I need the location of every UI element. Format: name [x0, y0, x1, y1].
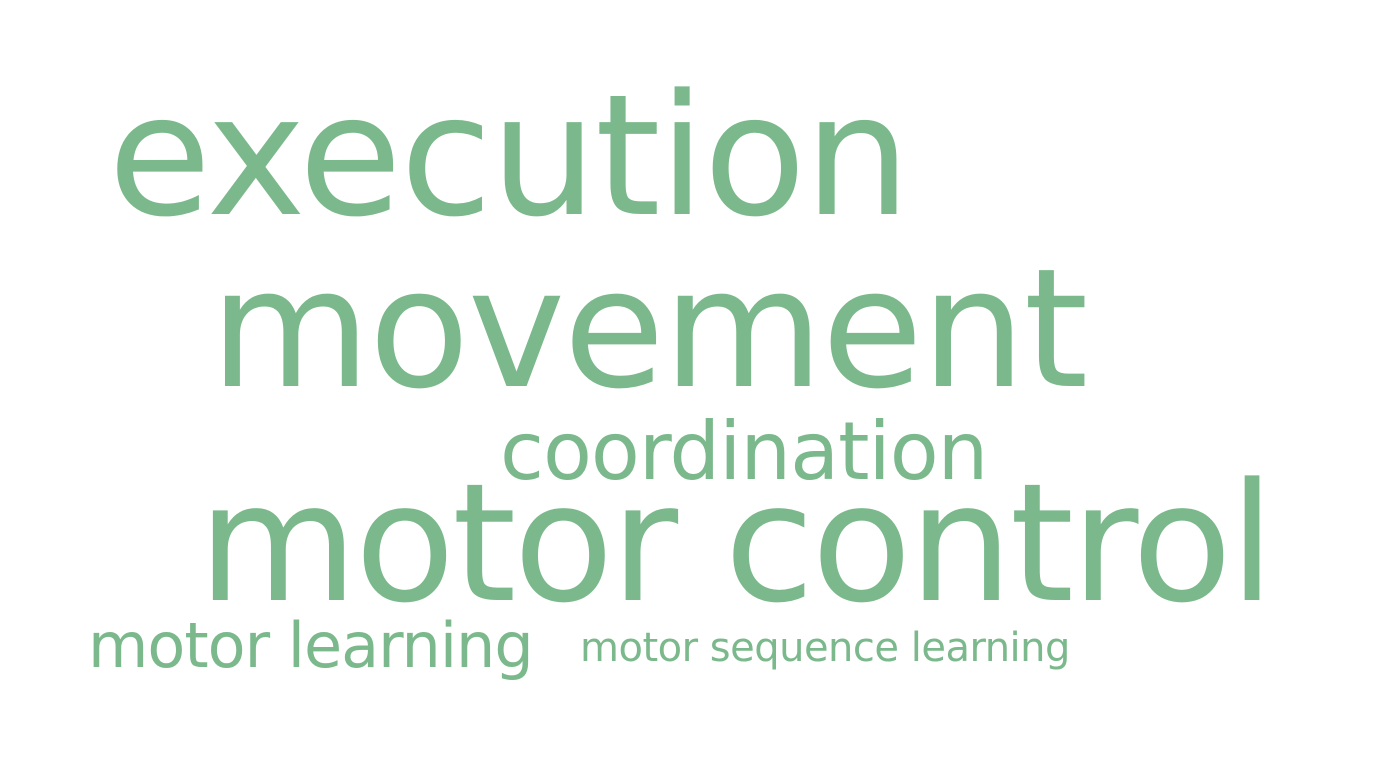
word-execution: execution — [108, 58, 911, 254]
word-motor-control: motor control — [198, 448, 1275, 639]
word-motor-sequence-learning: motor sequence learning — [580, 625, 1070, 671]
word-cloud: execution movement coordination motor co… — [0, 0, 1400, 779]
word-movement: movement — [210, 233, 1088, 425]
word-motor-learning: motor learning — [88, 609, 534, 682]
